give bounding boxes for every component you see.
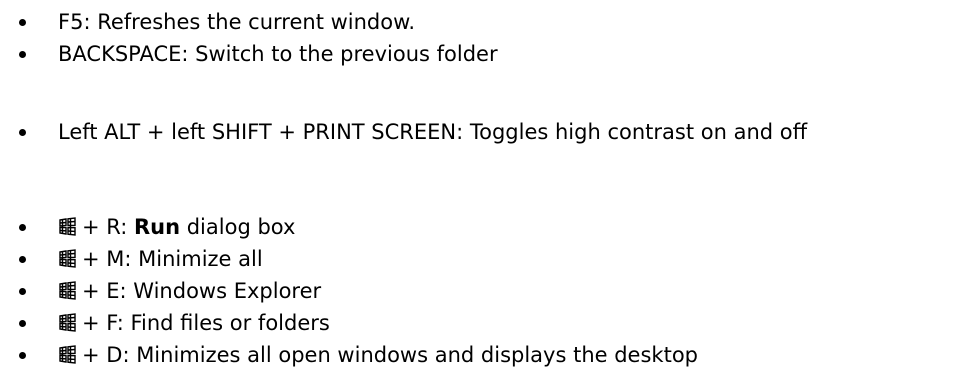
list-item-prefix: + D: Minimizes all open windows and disp… bbox=[82, 343, 698, 367]
list-item-text: BACKSPACE: Switch to the previous folder bbox=[58, 42, 498, 66]
list-item-prefix: + R: bbox=[82, 215, 134, 239]
list-item-win-d: + D: Minimizes all open windows and disp… bbox=[0, 339, 969, 371]
list-item-text: + R: Run dialog box bbox=[58, 211, 295, 243]
list-item-prefix: + M: Minimize all bbox=[82, 247, 263, 271]
shortcut-list-accessibility: Left ALT + left SHIFT + PRINT SCREEN: To… bbox=[0, 110, 969, 144]
shortcut-list-general: F5: Refreshes the current window. BACKSP… bbox=[0, 0, 969, 66]
shortcut-list-windows-key: + R: Run dialog box + M: Minimize all + … bbox=[0, 205, 969, 367]
list-item-suffix: dialog box bbox=[180, 215, 296, 239]
bullet-icon bbox=[19, 224, 26, 231]
bullet-icon bbox=[19, 51, 26, 58]
run-label: Run bbox=[133, 215, 181, 239]
bullet-icon bbox=[19, 19, 26, 26]
list-item-text: + D: Minimizes all open windows and disp… bbox=[58, 339, 698, 371]
list-item-f5: F5: Refreshes the current window. bbox=[0, 6, 969, 38]
bullet-icon bbox=[19, 129, 26, 136]
list-item-prefix: + F: Find files or folders bbox=[82, 311, 330, 335]
list-item-text: Left ALT + left SHIFT + PRINT SCREEN: To… bbox=[58, 120, 808, 144]
list-item-win-m: + M: Minimize all bbox=[0, 243, 969, 275]
windows-logo-icon bbox=[58, 217, 77, 236]
list-item-high-contrast: Left ALT + left SHIFT + PRINT SCREEN: To… bbox=[0, 116, 969, 148]
list-item-backspace: BACKSPACE: Switch to the previous folder bbox=[0, 38, 969, 70]
bullet-icon bbox=[19, 256, 26, 263]
document-page: F5: Refreshes the current window. BACKSP… bbox=[0, 0, 969, 388]
bullet-icon bbox=[19, 352, 26, 359]
windows-logo-icon bbox=[58, 281, 77, 300]
bullet-icon bbox=[19, 320, 26, 327]
bullet-icon bbox=[19, 288, 26, 295]
list-item-prefix: + E: Windows Explorer bbox=[82, 279, 322, 303]
windows-logo-icon bbox=[58, 249, 77, 268]
list-item-text: + F: Find files or folders bbox=[58, 307, 330, 339]
list-item-text: + M: Minimize all bbox=[58, 243, 263, 275]
list-item-win-e: + E: Windows Explorer bbox=[0, 275, 969, 307]
list-item-win-f: + F: Find files or folders bbox=[0, 307, 969, 339]
list-item-text: F5: Refreshes the current window. bbox=[58, 10, 416, 34]
windows-logo-icon bbox=[58, 345, 77, 364]
list-item-text: + E: Windows Explorer bbox=[58, 275, 321, 307]
windows-logo-icon bbox=[58, 313, 77, 332]
list-item-win-r: + R: Run dialog box bbox=[0, 211, 969, 243]
